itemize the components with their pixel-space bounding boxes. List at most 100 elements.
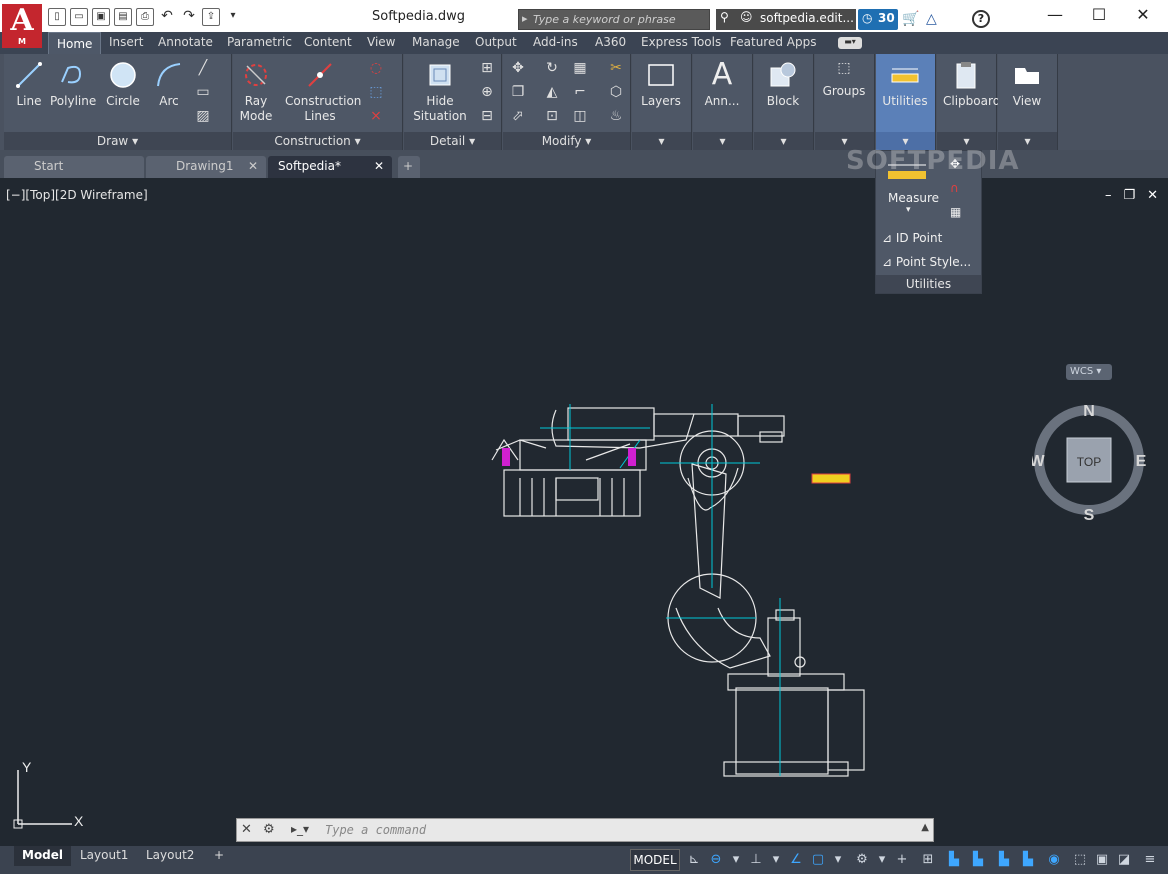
model-space-button[interactable]: MODEL <box>630 849 680 871</box>
print-icon[interactable]: ⎙ <box>136 8 154 26</box>
trial-days-badge[interactable]: ◷ 30 <box>858 9 898 30</box>
move-icon[interactable]: ✥ <box>507 58 529 78</box>
file-tab-start[interactable]: Start <box>4 156 144 178</box>
customize-qat-icon[interactable]: ▾ <box>224 8 242 26</box>
binoculars-icon[interactable]: ⚲ <box>720 10 729 24</box>
tab-output[interactable]: Output <box>475 35 517 49</box>
section-view-icon[interactable]: ⊕ <box>476 82 498 102</box>
cart-icon[interactable]: 🛒 <box>902 11 919 27</box>
annotation-expand-icon[interactable]: ▾ <box>693 132 752 150</box>
construction-lines-button[interactable]: Construction Lines <box>285 54 361 128</box>
layout-tab-layout1[interactable]: Layout1 <box>72 846 136 866</box>
detail-view-icon[interactable]: ⊞ <box>476 58 498 78</box>
circle-2p-icon[interactable]: ◌ <box>365 58 387 78</box>
layers-expand-icon[interactable]: ▾ <box>632 132 691 150</box>
utilities-panel[interactable]: Utilities ▾ <box>876 54 936 150</box>
viewcube[interactable]: TOP N S E W <box>1032 402 1146 522</box>
clipboard-button[interactable]: Clipboard <box>943 54 1000 128</box>
tab-view[interactable]: View <box>367 35 395 49</box>
snap-icon[interactable]: ⊖ <box>706 850 726 870</box>
drawing-canvas[interactable]: [−][Top][2D Wireframe] – ❐ ✕ Y X TOP N S… <box>0 178 1168 846</box>
wcs-menu[interactable]: WCS ▾ <box>1066 364 1112 380</box>
undo-icon[interactable]: ↶ <box>158 8 176 26</box>
groups-button[interactable]: ⬚ Groups <box>821 54 867 128</box>
construction-panel-footer[interactable]: Construction ▾ <box>233 132 402 150</box>
line-button[interactable]: Line <box>6 54 52 128</box>
stretch-icon[interactable]: ⬀ <box>507 106 529 126</box>
layers-button[interactable]: Layers <box>638 54 684 128</box>
hatch-icon[interactable]: ▨ <box>192 106 214 126</box>
osnap-icon[interactable]: ▢ <box>808 850 828 870</box>
close-window-button[interactable]: ✕ <box>1120 4 1166 28</box>
hardware-acceleration-icon[interactable]: ◉ <box>1044 850 1064 870</box>
help-search-input[interactable]: Type a keyword or phrase <box>518 9 710 30</box>
close-cmd-icon[interactable]: ✕ <box>241 822 252 837</box>
isolate-objects-icon[interactable]: ⬚ <box>1070 850 1090 870</box>
tab-a360[interactable]: A360 <box>595 35 626 49</box>
exchange-apps-icon[interactable]: △ <box>926 11 937 27</box>
tab-annotate[interactable]: Annotate <box>158 35 213 49</box>
clean-screen-icon[interactable]: ▣ <box>1092 850 1112 870</box>
tab-insert[interactable]: Insert <box>109 35 143 49</box>
draw-panel-footer[interactable]: Draw ▾ <box>4 132 231 150</box>
wrench-icon[interactable]: ⚙ <box>263 822 275 837</box>
osnap-dropdown-icon[interactable]: ▾ <box>828 850 848 870</box>
point-style-button[interactable]: ⊿ Point Style... <box>882 255 971 269</box>
measure-button[interactable]: Measure <box>888 191 939 205</box>
view-panel[interactable]: View ▾ <box>998 54 1058 150</box>
close-tab-icon[interactable]: ✕ <box>374 159 384 173</box>
centerline-icon[interactable]: ⨯ <box>365 106 387 126</box>
ray-mode-button[interactable]: Ray Mode <box>233 54 279 128</box>
annotation-scale-icon[interactable]: ▙ <box>944 850 964 870</box>
save-icon[interactable]: ▣ <box>92 8 110 26</box>
help-icon[interactable]: ? <box>972 10 990 28</box>
polar-icon[interactable]: ∠ <box>786 850 806 870</box>
fillet-icon[interactable]: ⌐ <box>569 82 591 102</box>
annotation-visibility-icon[interactable]: ▙ <box>968 850 988 870</box>
tab-content[interactable]: Content <box>304 35 352 49</box>
ortho-icon[interactable]: ⊥ <box>746 850 766 870</box>
tab-parametric[interactable]: Parametric <box>227 35 292 49</box>
share-icon[interactable]: ⇪ <box>202 8 220 26</box>
new-tab-plus-icon[interactable]: + <box>398 156 420 178</box>
maximize-button[interactable]: ☐ <box>1076 4 1122 28</box>
magnet-icon[interactable]: ∩ <box>950 181 959 195</box>
hide-situation-button[interactable]: Hide Situation <box>412 54 468 128</box>
layers-panel[interactable]: Layers ▾ <box>632 54 692 150</box>
annotation-button[interactable]: A Ann... <box>699 54 745 128</box>
id-point-button[interactable]: ⊿ ID Point <box>882 231 942 245</box>
new-file-icon[interactable]: ▯ <box>48 8 66 26</box>
user-account-menu[interactable]: ⚲ ☺ softpedia.edit... <box>716 9 856 30</box>
save-as-icon[interactable]: ▤ <box>114 8 132 26</box>
tab-add-ins[interactable]: Add-ins <box>533 35 578 49</box>
scale-icon[interactable]: ⊡ <box>541 106 563 126</box>
add-layout-icon[interactable]: + <box>206 846 232 866</box>
grid-icon[interactable]: ⊾ <box>684 850 704 870</box>
ortho-dropdown-icon[interactable]: ▾ <box>766 850 786 870</box>
annotation-panel[interactable]: A Ann... ▾ <box>693 54 753 150</box>
settings-icon[interactable]: ⚙ <box>852 850 872 870</box>
polyline-button[interactable]: Polyline <box>50 54 96 128</box>
layout-tab-layout2[interactable]: Layout2 <box>138 846 202 866</box>
ribbon-minimize-icon[interactable]: ▬▾ <box>838 37 862 49</box>
selection-cycling-icon[interactable]: ⊞ <box>918 850 938 870</box>
file-tab-softpedia[interactable]: Softpedia* ✕ <box>268 156 392 178</box>
fullscreen-icon[interactable]: ◪ <box>1114 850 1134 870</box>
clipboard-panel[interactable]: Clipboard ▾ <box>937 54 1000 150</box>
minimize-button[interactable]: — <box>1032 4 1078 28</box>
copy-icon[interactable]: ❐ <box>507 82 529 102</box>
close-tab-icon[interactable]: ✕ <box>248 159 258 173</box>
join-icon[interactable]: ♨ <box>605 106 627 126</box>
tab-manage[interactable]: Manage <box>412 35 460 49</box>
select-icon[interactable]: ⬚ <box>365 82 387 102</box>
settings-dropdown-icon[interactable]: ▾ <box>872 850 892 870</box>
block-expand-icon[interactable]: ▾ <box>754 132 813 150</box>
detail-panel-footer[interactable]: Detail ▾ <box>404 132 501 150</box>
open-file-icon[interactable]: ▭ <box>70 8 88 26</box>
tab-home[interactable]: Home <box>48 32 102 54</box>
file-tab-drawing1[interactable]: Drawing1 ✕ <box>146 156 266 178</box>
tab-express-tools[interactable]: Express Tools <box>641 35 721 49</box>
measure-dropdown-icon[interactable]: ▾ <box>906 205 911 215</box>
auto-scale-icon[interactable]: ▙ <box>994 850 1014 870</box>
tab-featured-apps[interactable]: Featured Apps <box>730 35 816 49</box>
